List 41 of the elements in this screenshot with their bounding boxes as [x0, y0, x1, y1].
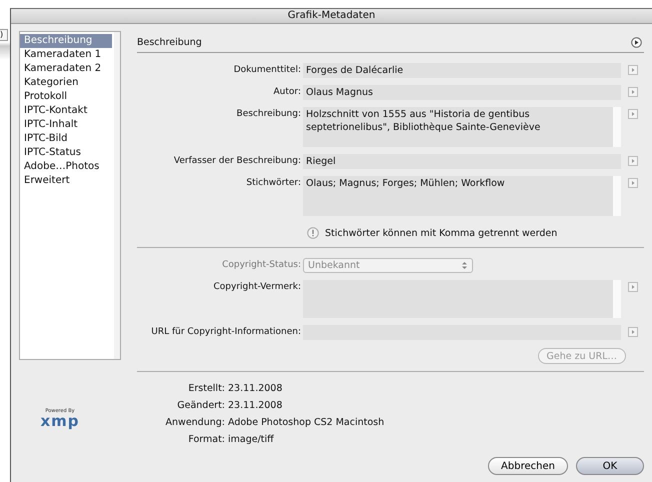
- dialog-button[interactable]: Abbrechen: [488, 457, 568, 475]
- info-label: Format:: [187, 433, 225, 447]
- field-label: Autor:: [272, 86, 301, 99]
- sidebar-item[interactable]: IPTC-Inhalt: [20, 118, 112, 132]
- info-value: Adobe Photoshop CS2 Macintosh: [228, 416, 384, 430]
- stepper-arrows-icon: [461, 261, 468, 270]
- field-label: Copyright-Vermerk:: [212, 281, 301, 294]
- xmp-logo: xmp: [40, 414, 80, 429]
- sidebar-item[interactable]: Kameradaten 1: [20, 48, 112, 62]
- text-field[interactable]: Riegel: [303, 154, 621, 169]
- field-label: Copyright-Status:: [221, 259, 301, 272]
- window-title: Grafik-Metadaten: [288, 10, 376, 21]
- panel-title: Beschreibung: [137, 36, 202, 48]
- sidebar-item[interactable]: Kameradaten 2: [20, 62, 112, 76]
- sidebar-item[interactable]: Kategorien: [20, 76, 112, 90]
- info-label: Anwendung:: [164, 416, 225, 430]
- field-label: Verfasser der Beschreibung:: [172, 155, 301, 168]
- sidebar-item[interactable]: IPTC-Status: [20, 146, 112, 160]
- text-field[interactable]: Forges de Dalécarlie: [303, 63, 621, 78]
- field-label: Stichwörter:: [245, 177, 301, 190]
- sidebar-item[interactable]: Erweitert: [20, 174, 112, 188]
- text-field[interactable]: Holzschnitt von 1555 aus "Historia de gentibus septetrionelibus", Bibliothèque Sainte-Geneviève: [303, 107, 621, 147]
- hint-text: Stichwörter können mit Komma getrennt werden: [325, 228, 558, 238]
- text-field[interactable]: [303, 280, 621, 318]
- text-field[interactable]: Olaus Magnus: [303, 85, 621, 100]
- info-value: 23.11.2008: [228, 382, 284, 396]
- warning-icon: [307, 227, 319, 239]
- info-label: Erstellt:: [187, 382, 225, 396]
- sidebar-item[interactable]: IPTC-Bild: [20, 132, 112, 146]
- text-field[interactable]: Olaus; Magnus; Forges; Mühlen; Workflow: [303, 176, 621, 216]
- field-label: URL für Copyright-Informationen:: [150, 326, 301, 339]
- info-value: 23.11.2008: [228, 399, 284, 413]
- dialog-button[interactable]: OK: [576, 457, 644, 475]
- sidebar-item[interactable]: Protokoll: [20, 90, 112, 104]
- sidebar-item[interactable]: Adobe…Photos: [20, 160, 112, 174]
- info-label: Geändert:: [176, 399, 225, 413]
- field-label: Beschreibung:: [236, 108, 301, 121]
- field-label: Dokumenttitel:: [232, 64, 301, 77]
- info-value: image/tiff: [228, 433, 275, 447]
- sidebar-item[interactable]: IPTC-Kontakt: [20, 104, 112, 118]
- partial-button[interactable]: ): [0, 29, 8, 41]
